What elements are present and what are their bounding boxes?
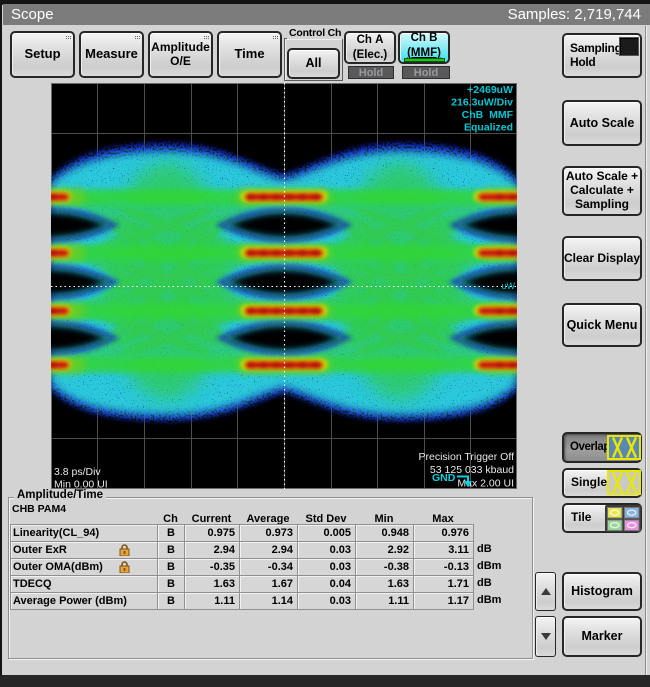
- svg-text:Min 0.00 UI: Min 0.00 UI: [54, 479, 108, 490]
- svg-text:+2469uW: +2469uW: [467, 84, 513, 96]
- svg-text:ChB MMF: ChB MMF: [462, 109, 514, 121]
- svg-text:3.8 ps/Div: 3.8 ps/Div: [54, 466, 101, 478]
- svg-text:Equalized: Equalized: [464, 122, 513, 134]
- svg-text:216.3uW/Div: 216.3uW/Div: [451, 97, 513, 109]
- svg-text:Precision Trigger Off: Precision Trigger Off: [418, 451, 514, 463]
- svg-text:uW: uW: [502, 281, 516, 291]
- svg-text:GND: GND: [432, 472, 456, 484]
